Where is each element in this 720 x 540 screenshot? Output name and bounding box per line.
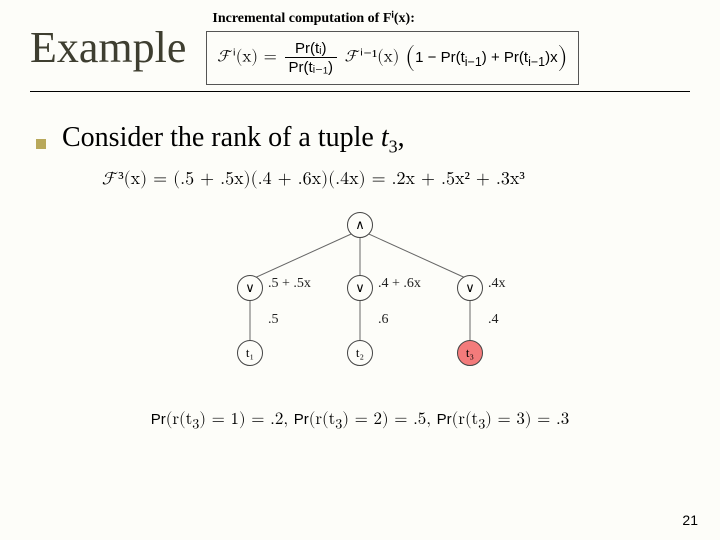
node-or-3: ∨ [457,275,483,301]
formula-lhs: ℱⁱ(x) = [217,49,276,66]
slide-number: 21 [682,512,698,528]
edge-label-1: .5 + .5x [268,276,311,292]
probability-line: Pr(r(t3) = 1) = .2, Pr(r(t3) = 2) = .5, … [30,410,690,433]
expansion-formula: ℱ³(x) = (.5 + .5x)(.4 + .6x)(.4x) = .2x … [102,168,690,190]
node-t2: t₂ [347,340,373,366]
bullet-icon [36,139,46,149]
edge-label-1b: .5 [268,312,279,328]
node-or-1: ∨ [237,275,263,301]
frac-den: Pr(tᵢ₋₁) [285,58,338,76]
node-root-and: ∧ [347,212,373,238]
bullet-after: , [398,122,405,153]
slide-title: Example [30,22,186,73]
bullet-text: Consider the rank of a tuple t3, [62,122,405,158]
edge-label-2b: .6 [378,312,389,328]
bullet-before: Consider the rank of a tuple [62,122,381,153]
frac-num: Pr(tᵢ) [285,40,338,58]
tree-diagram: ∧ ∨ ∨ ∨ t₁ t₂ t₃ .5 + .5x .4 + .6x .4x .… [190,210,530,380]
node-or-2: ∨ [347,275,373,301]
formula-paren-inner: 1 − Pr(ti−1) + Pr(ti−1)x [415,49,557,66]
formula-mid: ℱⁱ⁻¹(x) [345,49,400,66]
incremental-heading: Incremental computation of Fⁱ(x): [212,10,690,27]
node-t3: t₃ [457,340,483,366]
bullet-sub: 3 [389,137,398,157]
edge-label-3: .4x [488,276,506,292]
node-t1: t₁ [237,340,263,366]
edge-label-3b: .4 [488,312,499,328]
edge-label-2: .4 + .6x [378,276,421,292]
bullet-var: t [381,122,389,153]
incremental-formula: ℱⁱ(x) = Pr(tᵢ) Pr(tᵢ₋₁) ℱⁱ⁻¹(x) (1 − Pr(… [206,31,578,85]
